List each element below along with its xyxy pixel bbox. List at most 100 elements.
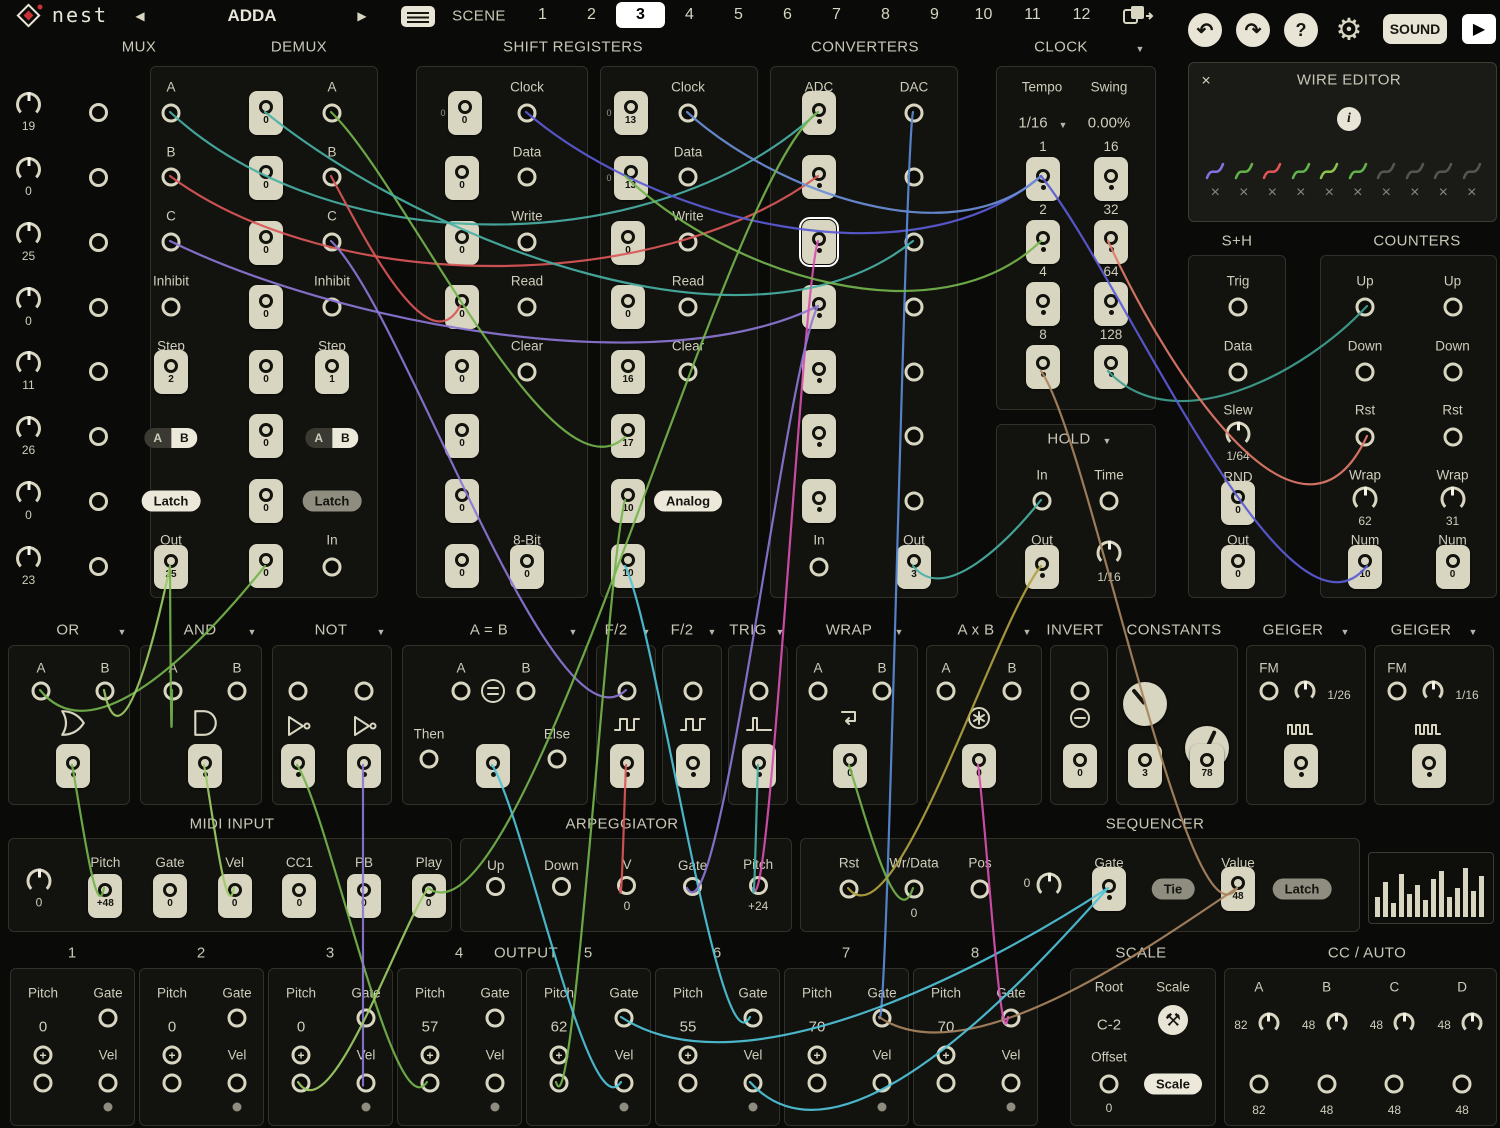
output-vel-port[interactable] bbox=[99, 1074, 118, 1093]
geiger1-caret[interactable] bbox=[1341, 622, 1350, 640]
counter-rst-port[interactable] bbox=[1356, 428, 1375, 447]
output-pitch-port[interactable] bbox=[679, 1074, 698, 1093]
output-vel-port[interactable] bbox=[873, 1074, 892, 1093]
mux-input-port[interactable] bbox=[89, 557, 108, 576]
arp-port[interactable] bbox=[552, 877, 571, 896]
settings-gear-icon[interactable] bbox=[1336, 13, 1363, 48]
sr-stage-jack[interactable]: 10 bbox=[611, 479, 645, 523]
clock-division-jack[interactable] bbox=[1094, 282, 1128, 326]
mux-input-knob[interactable] bbox=[16, 92, 41, 117]
cc-port[interactable] bbox=[1317, 1075, 1336, 1094]
mux-input-port[interactable] bbox=[89, 298, 108, 317]
hold-out-jack[interactable] bbox=[1025, 545, 1059, 589]
not-caret[interactable] bbox=[377, 622, 386, 640]
or-a-port[interactable] bbox=[32, 682, 51, 701]
or-b-port[interactable] bbox=[96, 682, 115, 701]
sr2-analog-button[interactable]: Analog bbox=[654, 491, 722, 512]
output-pitch-port[interactable] bbox=[937, 1074, 956, 1093]
geiger1-rate-knob[interactable] bbox=[1295, 681, 1316, 702]
wire-color-swatch[interactable] bbox=[1287, 160, 1316, 201]
dac-bit-port[interactable] bbox=[905, 427, 924, 446]
output-pitch-port[interactable] bbox=[292, 1074, 311, 1093]
hold-caret[interactable] bbox=[1103, 431, 1112, 449]
geiger2-out-jack[interactable] bbox=[1412, 744, 1446, 788]
hold-in-port[interactable] bbox=[1033, 492, 1052, 511]
counter-wrap-knob[interactable] bbox=[1440, 487, 1465, 512]
clock-dropdown-caret[interactable] bbox=[1136, 39, 1145, 57]
counter-num-jack[interactable]: 10 bbox=[1348, 545, 1382, 589]
clock-division-jack[interactable] bbox=[1094, 220, 1128, 264]
clock-division-jack[interactable] bbox=[1026, 157, 1060, 201]
wire-color-swatch[interactable] bbox=[1372, 160, 1401, 201]
scene-number[interactable]: 8 bbox=[861, 2, 910, 28]
adc-bit-jack-selected[interactable] bbox=[802, 220, 836, 264]
arp-port[interactable] bbox=[486, 877, 505, 896]
constant1-knob[interactable] bbox=[1123, 682, 1167, 726]
demux-output-jack[interactable]: 0 bbox=[249, 285, 283, 329]
sh-rnd-jack[interactable]: 0 bbox=[1221, 481, 1255, 525]
dac-bit-port[interactable] bbox=[905, 104, 924, 123]
demux-inhibit-port[interactable] bbox=[323, 298, 342, 317]
wire-delete-icon[interactable] bbox=[1239, 185, 1248, 201]
output-gate-port[interactable] bbox=[615, 1009, 634, 1028]
sr-stage-jack[interactable]: 0 bbox=[445, 285, 479, 329]
mux-input-port[interactable] bbox=[89, 233, 108, 252]
invert-in-port[interactable] bbox=[1071, 682, 1090, 701]
wire-delete-icon[interactable] bbox=[1353, 185, 1362, 201]
output-gate-port[interactable] bbox=[228, 1009, 247, 1028]
constant2-out-jack[interactable]: 78 bbox=[1190, 744, 1224, 788]
wire-delete-icon[interactable] bbox=[1268, 185, 1277, 201]
clock-division-jack[interactable] bbox=[1094, 345, 1128, 389]
wrap-a-port[interactable] bbox=[809, 682, 828, 701]
midi-port-jack[interactable]: 0 bbox=[218, 874, 252, 918]
dac-bit-port[interactable] bbox=[905, 168, 924, 187]
adc-bit-jack[interactable] bbox=[802, 285, 836, 329]
undo-button[interactable] bbox=[1188, 13, 1222, 47]
output-pitch-port[interactable] bbox=[163, 1074, 182, 1093]
sr-stage-jack[interactable]: 0 bbox=[445, 414, 479, 458]
sr1-data-port[interactable] bbox=[518, 168, 537, 187]
counter-up-port[interactable] bbox=[1356, 298, 1375, 317]
trig-out-jack[interactable] bbox=[742, 744, 776, 788]
midi-knob[interactable] bbox=[27, 869, 52, 894]
output-vel-port[interactable] bbox=[357, 1074, 376, 1093]
seq-rst-port[interactable] bbox=[840, 880, 859, 899]
patch-name[interactable]: ADDA bbox=[227, 6, 276, 26]
f2a-caret[interactable] bbox=[642, 622, 651, 640]
mux-input-knob[interactable] bbox=[16, 481, 41, 506]
scene-number[interactable]: 7 bbox=[812, 2, 861, 28]
aeqb-caret[interactable] bbox=[569, 622, 578, 640]
scene-number[interactable]: 4 bbox=[665, 2, 714, 28]
adc-bit-jack[interactable] bbox=[802, 479, 836, 523]
demux-output-jack[interactable]: 0 bbox=[249, 350, 283, 394]
wire-delete-icon[interactable] bbox=[1382, 185, 1391, 201]
sr-stage-jack[interactable]: 16 bbox=[611, 350, 645, 394]
output-vel-port[interactable] bbox=[228, 1074, 247, 1093]
output-pitch-port[interactable] bbox=[34, 1074, 53, 1093]
scale-root-value[interactable]: C-2 bbox=[1097, 1017, 1121, 1034]
geiger1-fm-port[interactable] bbox=[1260, 682, 1279, 701]
patch-next-button[interactable] bbox=[357, 7, 366, 25]
swing-value[interactable]: 0.00% bbox=[1088, 115, 1131, 132]
cc-knob[interactable] bbox=[1326, 1013, 1347, 1034]
mux-a-port[interactable] bbox=[162, 104, 181, 123]
dac-out-jack[interactable]: 3 bbox=[897, 545, 931, 589]
mux-input-knob[interactable] bbox=[16, 287, 41, 312]
patch-prev-button[interactable] bbox=[135, 7, 144, 25]
mux-input-port[interactable] bbox=[89, 427, 108, 446]
arp-port[interactable] bbox=[617, 876, 636, 895]
sr2-write-port[interactable] bbox=[679, 233, 698, 252]
constant1-out-jack[interactable]: 3 bbox=[1128, 744, 1162, 788]
midi-port-jack[interactable]: +48 bbox=[88, 874, 122, 918]
info-icon[interactable] bbox=[1337, 107, 1361, 131]
mux-input-knob[interactable] bbox=[16, 546, 41, 571]
wire-color-swatch[interactable] bbox=[1401, 160, 1430, 201]
or-out-jack[interactable] bbox=[56, 744, 90, 788]
output-pitch-offset-port[interactable] bbox=[163, 1046, 182, 1065]
not1-in-port[interactable] bbox=[289, 682, 308, 701]
output-vel-port[interactable] bbox=[744, 1074, 763, 1093]
and-b-port[interactable] bbox=[228, 682, 247, 701]
f2a-out-jack[interactable] bbox=[610, 744, 644, 788]
geiger1-out-jack[interactable] bbox=[1284, 744, 1318, 788]
menu-icon[interactable] bbox=[400, 5, 436, 28]
